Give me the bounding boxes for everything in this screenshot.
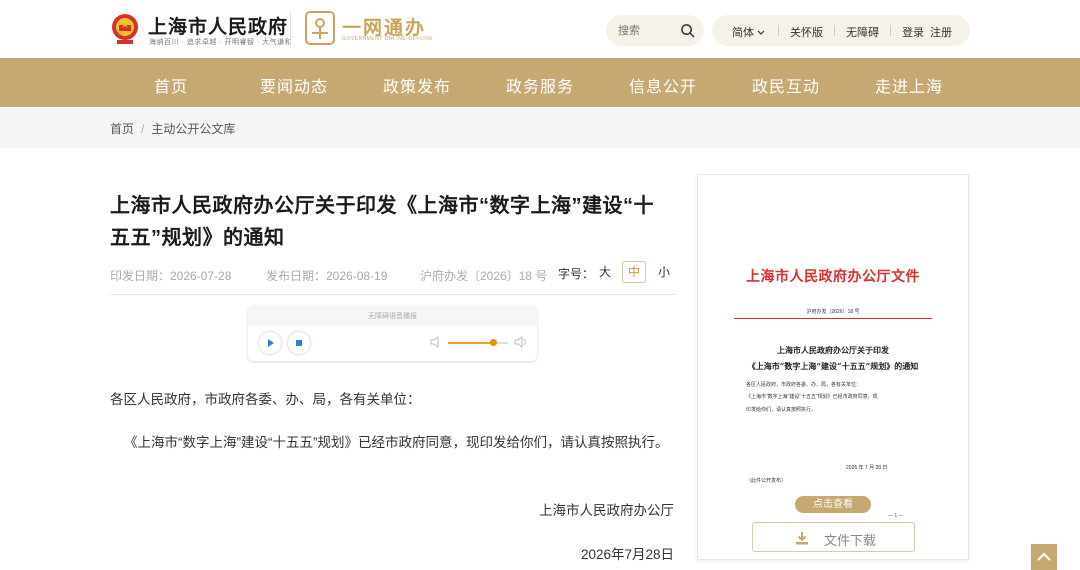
article-meta: 印发日期：2026-07-28 发布日期：2026-08-19 沪府办发〔202… (110, 261, 676, 296)
nav-item-services[interactable]: 政务服务 (506, 73, 574, 97)
chevron-up-icon (1037, 552, 1051, 561)
play-icon (268, 339, 274, 347)
search-box (606, 15, 704, 46)
stop-icon (296, 340, 302, 346)
breadcrumb-separator: / (141, 122, 145, 136)
chevron-down-icon (757, 30, 765, 35)
nav-item-interaction[interactable]: 政民互动 (752, 73, 820, 97)
breadcrumb-current[interactable]: 主动公开公文库 (151, 122, 235, 136)
search-icon[interactable] (680, 23, 695, 38)
national-emblem-icon[interactable] (110, 12, 140, 46)
audio-player: 无障碍语音播报 (248, 306, 537, 361)
download-label: 文件下载 (824, 533, 877, 548)
site-name[interactable]: 上海市人民政府 (148, 12, 288, 39)
ywtb-subtitle: GOVERNMENT ONLINE-OFFLINE (342, 36, 434, 42)
tool-separator (890, 25, 891, 36)
font-size-label: 字号： (558, 267, 595, 281)
volume-thumb[interactable] (490, 339, 497, 346)
font-size-large-button[interactable]: 大 (593, 261, 617, 283)
header-divider (290, 12, 291, 46)
header-tools: 简体 关怀版 无障碍 登录 注册 (712, 15, 970, 46)
audio-controls (248, 326, 537, 361)
doc-preview-public-note: （此件公开发布） (746, 478, 787, 484)
doc-preview-title-line: 上海市人民政府办公厅关于印发 (777, 345, 889, 355)
back-to-top-button[interactable] (1031, 544, 1057, 570)
doc-preview-line: 印发给你们，请认真按照执行。 (746, 407, 817, 413)
doc-preview-title: 上海市人民政府办公厅关于印发 《上海市“数字上海”建设“十五五”规划》的通知 (698, 342, 968, 374)
doc-preview-number: 沪府办发〔2026〕18 号 (806, 309, 860, 315)
volume-slider[interactable] (448, 339, 508, 346)
breadcrumb: 首页 / 主动公开公文库 (110, 120, 235, 137)
doc-page-number: — 1 — (888, 513, 904, 519)
tool-separator (778, 25, 779, 36)
doc-preview-head: 上海市人民政府办公厅文件 (746, 269, 920, 285)
register-link[interactable]: 注册 (930, 24, 952, 40)
article-title: 上海市人民政府办公厅关于印发《上海市“数字上海”建设“十五五”规划》的通知 (110, 195, 654, 249)
main-nav: 首页 要闻动态 政策发布 政务服务 信息公开 政民互动 走进上海 (0, 58, 1080, 107)
doc-preview-title-line: 《上海市“数字上海”建设“十五五”规划》的通知 (747, 361, 919, 371)
login-link[interactable]: 登录 (902, 24, 924, 40)
accessibility-link[interactable]: 无障碍 (846, 24, 879, 40)
breadcrumb-home[interactable]: 首页 (110, 122, 134, 136)
ywtb-logo-icon[interactable] (305, 11, 335, 45)
font-size-small-button[interactable]: 小 (652, 261, 676, 283)
search-input[interactable] (618, 22, 678, 39)
volume-high-icon[interactable] (514, 335, 528, 349)
top-header: 上海市人民政府 海纳百川 · 追求卓越 · 开明睿智 · 大气谦和 一网通办 G… (0, 0, 1080, 58)
article-sign-date: 2026年7月28日 (580, 547, 674, 562)
nav-item-disclosure[interactable]: 信息公开 (629, 73, 697, 97)
font-size-medium-button[interactable]: 中 (622, 261, 646, 283)
doc-preview-line: 《上海市“数字上海”建设“十五五”规划》已经市政府同意，现 (746, 394, 878, 400)
nav-item-news[interactable]: 要闻动态 (260, 73, 328, 97)
site-slogan: 海纳百川 · 追求卓越 · 开明睿智 · 大气谦和 (149, 39, 293, 46)
stop-button[interactable] (288, 332, 310, 354)
tool-separator (834, 25, 835, 36)
publish-date: 发布日期：2026-08-19 (266, 269, 388, 283)
nav-item-about[interactable]: 走进上海 (875, 73, 943, 97)
issue-date: 印发日期：2026-07-28 (110, 269, 232, 283)
language-select[interactable]: 简体 (732, 24, 765, 40)
language-label: 简体 (732, 27, 754, 39)
doc-preview-line: 各区人民政府，市政府各委、办、局，各有关单位： (746, 382, 862, 388)
article-salutation: 各区人民政府，市政府各委、办、局，各有关单位： (110, 392, 421, 407)
audio-label: 无障碍语音播报 (368, 313, 417, 320)
article-signature: 上海市人民政府办公厅 (539, 503, 674, 518)
play-button[interactable] (259, 332, 281, 354)
download-button[interactable]: 文件下载 (752, 522, 915, 552)
view-document-button[interactable]: 点击查看 (795, 496, 871, 513)
volume-fill (448, 342, 493, 344)
nav-item-policy[interactable]: 政策发布 (383, 73, 451, 97)
document-preview: 上海市人民政府办公厅文件 沪府办发〔2026〕18 号 上海市人民政府办公厅关于… (697, 174, 969, 560)
meta-divider (110, 294, 676, 295)
download-icon (796, 532, 808, 545)
nav-item-home[interactable]: 首页 (154, 73, 188, 97)
doc-number: 沪府办发〔2026〕18 号 (420, 269, 548, 283)
article-body: 《上海市“数字上海”建设“十五五”规划》已经市政府同意，现印发给你们，请认真按照… (124, 435, 669, 450)
doc-red-line (734, 318, 932, 319)
breadcrumb-bar: 首页 / 主动公开公文库 (0, 107, 1080, 148)
doc-preview-date: 2026 年 7 月 28 日 (846, 465, 888, 471)
volume-low-icon[interactable] (430, 335, 442, 349)
care-version-link[interactable]: 关怀版 (790, 24, 823, 40)
